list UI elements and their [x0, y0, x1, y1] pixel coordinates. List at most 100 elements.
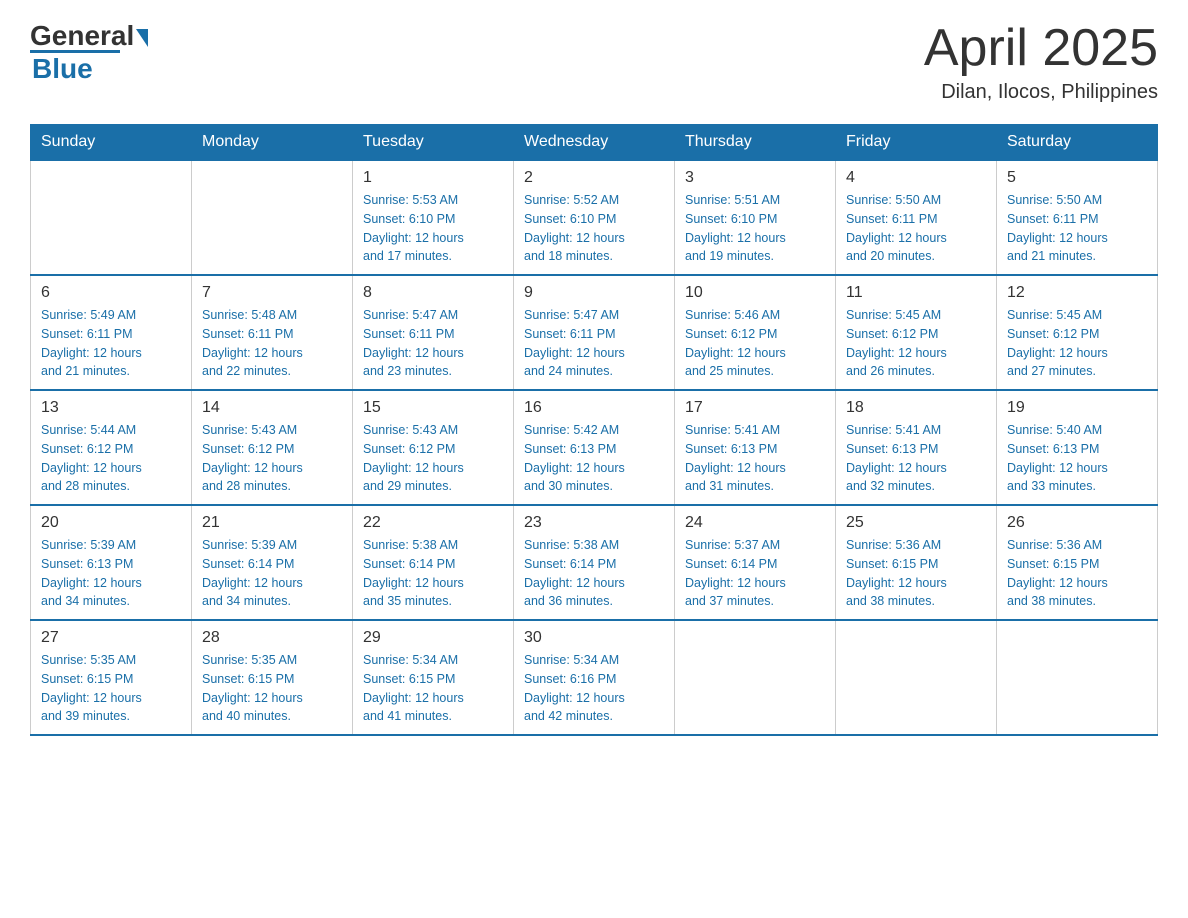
day-number: 30: [524, 629, 664, 647]
day-number: 18: [846, 399, 986, 417]
day-number: 2: [524, 169, 664, 187]
column-header-monday: Monday: [192, 125, 353, 161]
calendar-cell: 3 Sunrise: 5:51 AM Sunset: 6:10 PM Daylig…: [675, 160, 836, 275]
day-number: 25: [846, 514, 986, 532]
calendar-cell: 12Sunrise: 5:45 AM Sunset: 6:12 PM Dayli…: [997, 275, 1158, 390]
day-number: 5: [1007, 169, 1147, 187]
day-info: Sunrise: 5:34 AM Sunset: 6:16 PM Dayligh…: [524, 651, 664, 726]
calendar-cell: 9 Sunrise: 5:47 AM Sunset: 6:11 PM Daylig…: [514, 275, 675, 390]
day-number: 10: [685, 284, 825, 302]
calendar-cell: 2 Sunrise: 5:52 AM Sunset: 6:10 PM Daylig…: [514, 160, 675, 275]
calendar-week-row: 6 Sunrise: 5:49 AM Sunset: 6:11 PM Daylig…: [31, 275, 1158, 390]
day-number: 28: [202, 629, 342, 647]
calendar-cell: 30 Sunrise: 5:34 AM Sunset: 6:16 PM Dayli…: [514, 620, 675, 735]
day-number: 26: [1007, 514, 1147, 532]
day-number: 3: [685, 169, 825, 187]
day-info: Sunrise: 5:39 AM Sunset: 6:13 PM Dayligh…: [41, 536, 181, 611]
day-info: Sunrise: 5:34 AM Sunset: 6:15 PM Dayligh…: [363, 651, 503, 726]
calendar-cell: [31, 160, 192, 275]
calendar-table: SundayMondayTuesdayWednesdayThursdayFrid…: [30, 124, 1158, 736]
day-info: Sunrise: 5:50 AM Sunset: 6:11 PM Dayligh…: [846, 191, 986, 266]
column-header-thursday: Thursday: [675, 125, 836, 161]
calendar-cell: [836, 620, 997, 735]
day-info: Sunrise: 5:51 AM Sunset: 6:10 PM Dayligh…: [685, 191, 825, 266]
day-number: 6: [41, 284, 181, 302]
calendar-cell: 14Sunrise: 5:43 AM Sunset: 6:12 PM Dayli…: [192, 390, 353, 505]
day-number: 29: [363, 629, 503, 647]
day-info: Sunrise: 5:37 AM Sunset: 6:14 PM Dayligh…: [685, 536, 825, 611]
calendar-cell: 21 Sunrise: 5:39 AM Sunset: 6:14 PM Dayli…: [192, 505, 353, 620]
calendar-cell: 19 Sunrise: 5:40 AM Sunset: 6:13 PM Dayli…: [997, 390, 1158, 505]
calendar-cell: 7 Sunrise: 5:48 AM Sunset: 6:11 PM Daylig…: [192, 275, 353, 390]
day-info: Sunrise: 5:36 AM Sunset: 6:15 PM Dayligh…: [1007, 536, 1147, 611]
day-info: Sunrise: 5:45 AM Sunset: 6:12 PM Dayligh…: [846, 306, 986, 381]
calendar-cell: 24 Sunrise: 5:37 AM Sunset: 6:14 PM Dayli…: [675, 505, 836, 620]
calendar-cell: 17Sunrise: 5:41 AM Sunset: 6:13 PM Dayli…: [675, 390, 836, 505]
day-number: 4: [846, 169, 986, 187]
day-number: 21: [202, 514, 342, 532]
calendar-cell: 1 Sunrise: 5:53 AM Sunset: 6:10 PM Daylig…: [353, 160, 514, 275]
calendar-cell: 18Sunrise: 5:41 AM Sunset: 6:13 PM Dayli…: [836, 390, 997, 505]
calendar-cell: [675, 620, 836, 735]
day-number: 7: [202, 284, 342, 302]
day-info: Sunrise: 5:47 AM Sunset: 6:11 PM Dayligh…: [363, 306, 503, 381]
day-number: 19: [1007, 399, 1147, 417]
day-number: 15: [363, 399, 503, 417]
day-info: Sunrise: 5:49 AM Sunset: 6:11 PM Dayligh…: [41, 306, 181, 381]
calendar-cell: 22 Sunrise: 5:38 AM Sunset: 6:14 PM Dayli…: [353, 505, 514, 620]
calendar-week-row: 27 Sunrise: 5:35 AM Sunset: 6:15 PM Dayli…: [31, 620, 1158, 735]
day-info: Sunrise: 5:39 AM Sunset: 6:14 PM Dayligh…: [202, 536, 342, 611]
calendar-cell: 16Sunrise: 5:42 AM Sunset: 6:13 PM Dayli…: [514, 390, 675, 505]
day-info: Sunrise: 5:36 AM Sunset: 6:15 PM Dayligh…: [846, 536, 986, 611]
day-number: 22: [363, 514, 503, 532]
day-info: Sunrise: 5:46 AM Sunset: 6:12 PM Dayligh…: [685, 306, 825, 381]
day-info: Sunrise: 5:45 AM Sunset: 6:12 PM Dayligh…: [1007, 306, 1147, 381]
calendar-cell: 10 Sunrise: 5:46 AM Sunset: 6:12 PM Dayli…: [675, 275, 836, 390]
page-header: General Blue April 2025 Dilan, Ilocos, P…: [30, 20, 1158, 104]
calendar-cell: 23Sunrise: 5:38 AM Sunset: 6:14 PM Dayli…: [514, 505, 675, 620]
column-header-saturday: Saturday: [997, 125, 1158, 161]
day-info: Sunrise: 5:38 AM Sunset: 6:14 PM Dayligh…: [363, 536, 503, 611]
calendar-cell: [997, 620, 1158, 735]
logo-blue-text: Blue: [32, 53, 93, 84]
column-header-wednesday: Wednesday: [514, 125, 675, 161]
day-number: 13: [41, 399, 181, 417]
day-number: 1: [363, 169, 503, 187]
location-subtitle: Dilan, Ilocos, Philippines: [924, 81, 1158, 104]
day-info: Sunrise: 5:47 AM Sunset: 6:11 PM Dayligh…: [524, 306, 664, 381]
calendar-cell: 4 Sunrise: 5:50 AM Sunset: 6:11 PM Daylig…: [836, 160, 997, 275]
day-number: 20: [41, 514, 181, 532]
logo: General Blue: [30, 20, 148, 85]
day-number: 9: [524, 284, 664, 302]
day-info: Sunrise: 5:38 AM Sunset: 6:14 PM Dayligh…: [524, 536, 664, 611]
column-header-tuesday: Tuesday: [353, 125, 514, 161]
logo-triangle-icon: [136, 29, 148, 47]
calendar-week-row: 13 Sunrise: 5:44 AM Sunset: 6:12 PM Dayli…: [31, 390, 1158, 505]
calendar-cell: 13 Sunrise: 5:44 AM Sunset: 6:12 PM Dayli…: [31, 390, 192, 505]
calendar-week-row: 20 Sunrise: 5:39 AM Sunset: 6:13 PM Dayli…: [31, 505, 1158, 620]
column-header-friday: Friday: [836, 125, 997, 161]
day-info: Sunrise: 5:44 AM Sunset: 6:12 PM Dayligh…: [41, 421, 181, 496]
calendar-cell: 29 Sunrise: 5:34 AM Sunset: 6:15 PM Dayli…: [353, 620, 514, 735]
calendar-cell: 27 Sunrise: 5:35 AM Sunset: 6:15 PM Dayli…: [31, 620, 192, 735]
day-number: 8: [363, 284, 503, 302]
day-info: Sunrise: 5:35 AM Sunset: 6:15 PM Dayligh…: [41, 651, 181, 726]
calendar-cell: 5Sunrise: 5:50 AM Sunset: 6:11 PM Daylig…: [997, 160, 1158, 275]
month-year-title: April 2025: [924, 20, 1158, 77]
calendar-cell: 8 Sunrise: 5:47 AM Sunset: 6:11 PM Daylig…: [353, 275, 514, 390]
calendar-cell: 25 Sunrise: 5:36 AM Sunset: 6:15 PM Dayli…: [836, 505, 997, 620]
day-number: 14: [202, 399, 342, 417]
day-number: 27: [41, 629, 181, 647]
day-number: 24: [685, 514, 825, 532]
calendar-cell: 11 Sunrise: 5:45 AM Sunset: 6:12 PM Dayli…: [836, 275, 997, 390]
day-info: Sunrise: 5:48 AM Sunset: 6:11 PM Dayligh…: [202, 306, 342, 381]
day-info: Sunrise: 5:53 AM Sunset: 6:10 PM Dayligh…: [363, 191, 503, 266]
day-info: Sunrise: 5:43 AM Sunset: 6:12 PM Dayligh…: [363, 421, 503, 496]
day-info: Sunrise: 5:52 AM Sunset: 6:10 PM Dayligh…: [524, 191, 664, 266]
day-info: Sunrise: 5:40 AM Sunset: 6:13 PM Dayligh…: [1007, 421, 1147, 496]
day-info: Sunrise: 5:41 AM Sunset: 6:13 PM Dayligh…: [685, 421, 825, 496]
calendar-cell: 6 Sunrise: 5:49 AM Sunset: 6:11 PM Daylig…: [31, 275, 192, 390]
calendar-header-row: SundayMondayTuesdayWednesdayThursdayFrid…: [31, 125, 1158, 161]
day-number: 11: [846, 284, 986, 302]
calendar-cell: [192, 160, 353, 275]
